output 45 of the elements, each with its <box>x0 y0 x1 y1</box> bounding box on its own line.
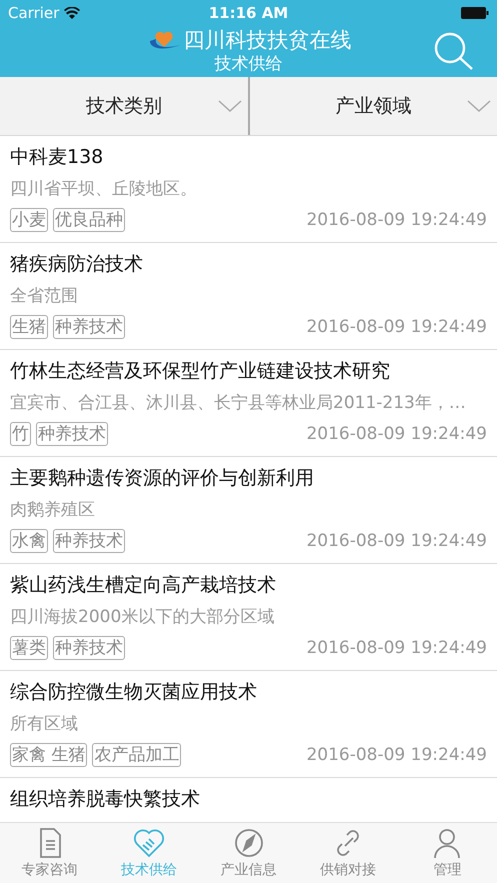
carrier-label: Carrier <box>8 4 60 22</box>
status-time: 11:16 AM <box>208 4 290 22</box>
search-icon <box>433 31 475 71</box>
item-tag: 种养技术 <box>53 315 125 339</box>
item-tag: 农产品加工 <box>92 743 182 767</box>
item-area: 宜宾市、合江县、沐川县、长宁县等林业局2011-213年，… <box>10 390 487 416</box>
item-title[interactable]: 竹林生态经营及环保型竹产业链建设技术研究 <box>10 358 487 384</box>
item-date: 2016-08-09 19:24:49 <box>306 531 487 551</box>
heart-icon <box>133 827 166 859</box>
item-tag: 优良品种 <box>53 208 125 232</box>
item-title[interactable]: 猪疾病防治技术 <box>10 251 487 277</box>
item-date: 2016-08-09 19:24:49 <box>306 317 487 337</box>
item-area: 肉鹅养殖区 <box>10 497 487 523</box>
filter-dropdown[interactable]: 产业领域 <box>250 77 497 135</box>
item-area: 全省范围 <box>10 283 487 309</box>
filter-dropdown[interactable]: 技术类别 <box>0 77 250 135</box>
item-tag: 竹 <box>10 422 31 446</box>
item-date: 2016-08-09 19:24:49 <box>306 638 487 658</box>
item-tag: 种养技术 <box>53 529 125 553</box>
caret-icon <box>218 100 242 112</box>
wifi-icon <box>64 6 80 18</box>
item-tag: 小麦 <box>10 208 48 232</box>
item-tag: 生猪 <box>10 315 48 339</box>
item-date: 2016-08-09 19:24:49 <box>306 745 487 765</box>
item-date: 2016-08-09 19:24:49 <box>306 210 487 230</box>
item-area: 四川省平坝、丘陵地区。 <box>10 176 487 202</box>
caret-icon <box>467 100 491 112</box>
item-title[interactable]: 中科麦138 <box>10 144 487 170</box>
item-area: 四川海拔2000米以下的大部分区域 <box>10 604 487 630</box>
item-tag: 薯类 <box>10 636 48 660</box>
app-title: 四川科技扶贫在线 <box>184 28 352 52</box>
item-tag: 种养技术 <box>36 422 108 446</box>
item-title[interactable]: 主要鹅种遗传资源的评价与创新利用 <box>10 465 487 491</box>
item-title[interactable]: 综合防控微生物灭菌应用技术 <box>10 679 487 705</box>
item-date: 2016-08-09 19:24:49 <box>306 424 487 444</box>
search-button[interactable] <box>433 31 475 71</box>
item-tag: 种养技术 <box>53 636 125 660</box>
item-tag: 家禽 生猪 <box>10 743 88 767</box>
compass-icon <box>232 827 265 859</box>
page-subtitle: 技术供给 <box>214 53 282 75</box>
item-area: 所有区域 <box>10 711 487 737</box>
item-title[interactable]: 紫山药浅生槽定向高产栽培技术 <box>10 572 487 598</box>
item-tag: 水禽 <box>10 529 48 553</box>
item-title[interactable]: 组织培养脱毒快繁技术 <box>10 786 487 812</box>
battery-icon <box>460 6 489 18</box>
